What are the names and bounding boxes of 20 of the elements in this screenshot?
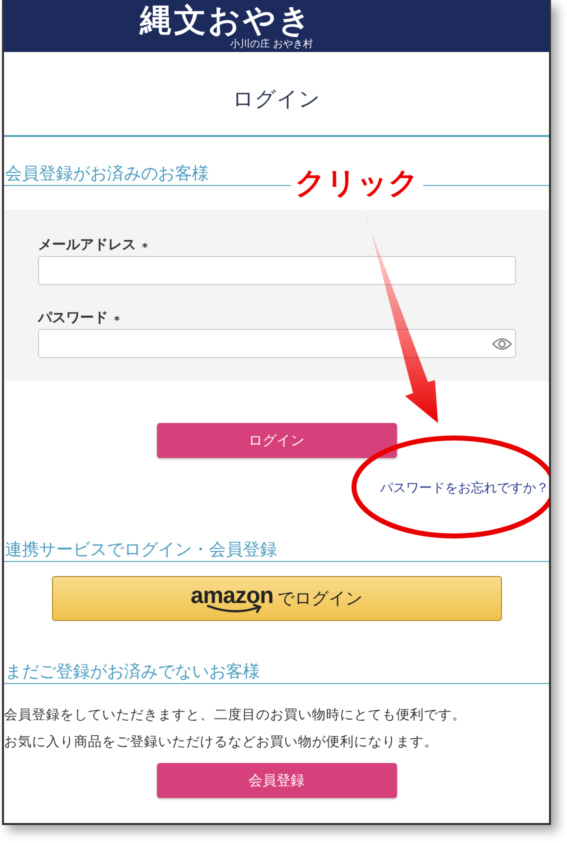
page-title: ログイン — [232, 86, 322, 113]
email-field[interactable] — [38, 256, 516, 285]
field-label: メールアドレス — [38, 236, 136, 254]
forgot-password-link[interactable]: パスワードをお忘れですか？ — [380, 479, 549, 539]
login-button[interactable]: ログイン — [156, 423, 396, 458]
register-button[interactable]: 会員登録 — [156, 763, 396, 798]
required-mark: * — [114, 314, 120, 327]
info-text: 会員登録をしていただきますと、二度目のお買い物時にとても便利です。 — [4, 706, 467, 725]
info-text: お気に入り商品をご登録いただけるなどお買い物が便利になります。 — [4, 733, 439, 752]
required-mark: * — [142, 241, 148, 254]
field-label: パスワード — [38, 309, 108, 327]
amazon-login-button[interactable]: amazon でログイン — [52, 576, 502, 621]
amazon-logo: amazon — [190, 584, 274, 606]
section-heading: まだご登録がお済みでないお客様 — [4, 661, 549, 684]
section-heading: 連携サービスでログイン・会員登録 — [4, 539, 549, 562]
logo-subtitle: 小川の庄 おやき村 — [230, 39, 313, 50]
site-logo[interactable]: 縄文おやき — [140, 2, 313, 39]
eye-icon[interactable] — [492, 336, 512, 350]
amazon-button-label: でログイン — [277, 588, 362, 610]
password-field[interactable] — [38, 329, 516, 358]
